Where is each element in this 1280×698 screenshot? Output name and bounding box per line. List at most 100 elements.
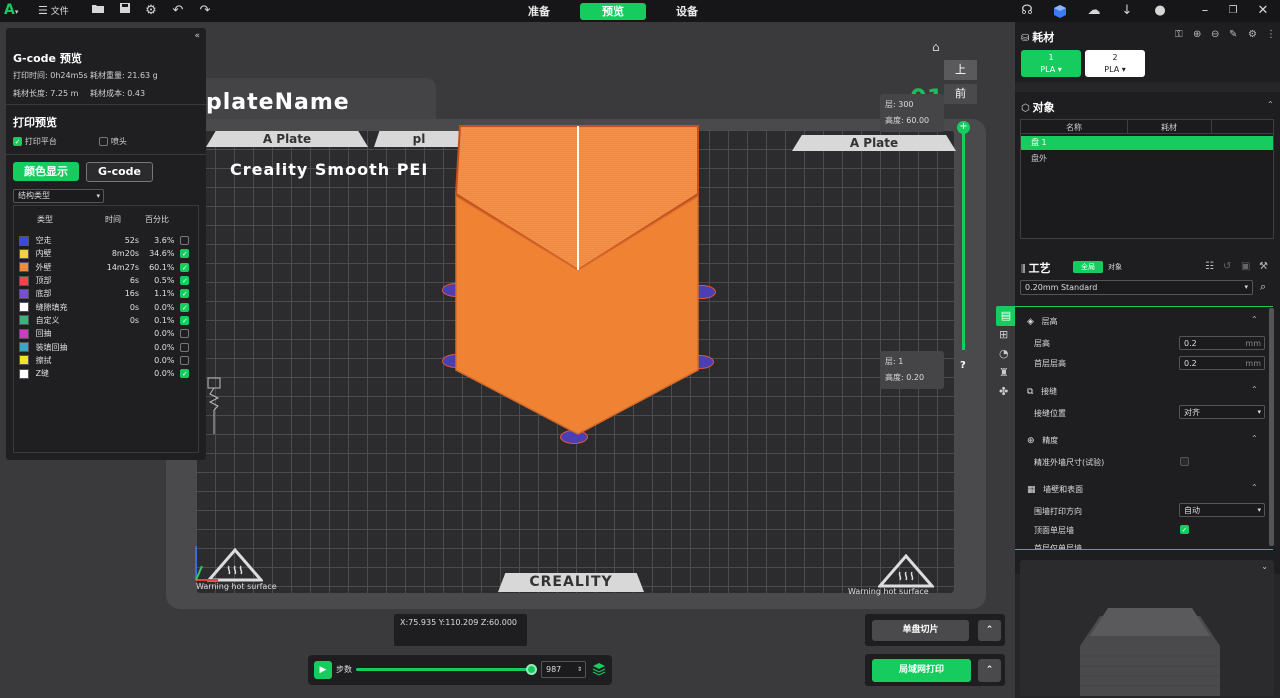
tab-preview[interactable]: 预览: [580, 3, 646, 20]
preset-select[interactable]: 0.20mm Standard ▾: [1020, 280, 1253, 295]
minimize-icon[interactable]: –: [1196, 0, 1214, 22]
step-slider-track[interactable]: [356, 668, 532, 671]
app-logo-icon[interactable]: A▾: [4, 2, 24, 20]
top-single-wall-checkbox[interactable]: ✓: [1180, 525, 1189, 534]
legend-type: 装填回抽: [35, 342, 68, 352]
first-layer-height-input[interactable]: 0.2 mm: [1179, 356, 1265, 370]
legend-visibility-checkbox[interactable]: ✓: [180, 315, 190, 325]
step-slider-handle[interactable]: [526, 664, 537, 675]
home-view-icon[interactable]: ⌂: [932, 40, 940, 54]
slice-plate-button[interactable]: 单盘切片: [872, 620, 969, 641]
help-icon[interactable]: ?: [960, 360, 966, 371]
tab-object[interactable]: 对象: [1108, 262, 1122, 272]
params-scrollbar[interactable]: [1269, 308, 1274, 546]
download-icon[interactable]: ↓: [1118, 0, 1136, 22]
save-preset-icon[interactable]: ▣: [1241, 261, 1250, 272]
cloud-upload-icon[interactable]: ☁: [1085, 0, 1103, 22]
legend-visibility-checkbox[interactable]: ✓: [180, 276, 190, 286]
plate-thumbnail[interactable]: ⌄: [1020, 560, 1274, 696]
precise-wall-checkbox[interactable]: [1180, 457, 1189, 466]
lan-print-button[interactable]: 局域网打印: [872, 659, 971, 682]
search-icon[interactable]: ⌕: [1260, 280, 1266, 294]
sliced-model[interactable]: [452, 124, 702, 442]
settings-gear-icon[interactable]: ⚙: [142, 0, 160, 22]
save-icon[interactable]: [116, 0, 134, 22]
thumbnail-collapse-icon[interactable]: ⌄: [1261, 562, 1268, 571]
section-collapse-icon[interactable]: ⌃: [1251, 315, 1258, 324]
bed-checkbox[interactable]: ✓ 打印平台: [13, 136, 57, 147]
grid-tool-icon[interactable]: ⊞: [999, 328, 1008, 341]
plate-name-label[interactable]: plateName: [206, 90, 350, 115]
legend-visibility-checkbox[interactable]: ✓: [180, 262, 190, 272]
filament-slot-1[interactable]: 1 PLA ▾: [1021, 50, 1081, 77]
print-expand-chevron-icon[interactable]: ⌃: [978, 659, 1001, 682]
step-value-input[interactable]: 987 ⇕: [541, 661, 586, 678]
legend-visibility-checkbox[interactable]: [180, 355, 190, 365]
legend-visibility-checkbox[interactable]: [180, 329, 190, 339]
chevron-down-icon: ▾: [1244, 283, 1248, 291]
objects-collapse-icon[interactable]: ⌃: [1267, 100, 1274, 109]
reset-icon[interactable]: ↺: [1223, 261, 1231, 272]
collapse-panel-icon[interactable]: «: [194, 31, 200, 41]
slice-expand-chevron-icon[interactable]: ⌃: [978, 620, 1001, 641]
layer-slider-track[interactable]: [962, 126, 965, 350]
speed-tool-icon[interactable]: ◔: [999, 347, 1009, 360]
process-tool-icon[interactable]: ▤: [996, 306, 1016, 326]
filament-more-icon[interactable]: ⋮: [1266, 29, 1276, 40]
bed-label-left: A Plate: [206, 131, 368, 147]
view-top-button[interactable]: 上: [944, 60, 977, 80]
section-layer-height[interactable]: ◈ 层高: [1027, 316, 1058, 327]
section-collapse-icon[interactable]: ⌃: [1251, 483, 1258, 492]
seam-position-select[interactable]: 对齐 ▾: [1179, 405, 1265, 419]
headset-icon[interactable]: ☊: [1018, 0, 1036, 22]
color-display-button[interactable]: 颜色显示: [13, 162, 79, 181]
section-collapse-icon[interactable]: ⌃: [1251, 434, 1258, 443]
add-filament-icon[interactable]: ⊕: [1193, 29, 1201, 40]
open-folder-icon[interactable]: [89, 0, 107, 22]
legend-visibility-checkbox[interactable]: ✓: [180, 302, 190, 312]
legend-visibility-checkbox[interactable]: ✓: [180, 369, 190, 379]
gcode-button[interactable]: G-code: [86, 162, 153, 182]
maximize-icon[interactable]: ❐: [1224, 0, 1242, 22]
compare-icon[interactable]: ☷: [1205, 261, 1214, 272]
process-settings-icon[interactable]: ⚒: [1259, 261, 1268, 272]
filament-slot-2[interactable]: 2 PLA ▾: [1085, 50, 1145, 77]
close-icon[interactable]: ✕: [1254, 0, 1272, 22]
filament-settings-icon[interactable]: ⚙: [1248, 29, 1257, 40]
tab-global[interactable]: 全局: [1073, 261, 1103, 273]
user-avatar-icon[interactable]: ●: [1151, 0, 1169, 22]
layers-stack-icon[interactable]: [592, 662, 606, 676]
legend-visibility-checkbox[interactable]: ✓: [180, 289, 190, 299]
walls-icon: ▦: [1027, 485, 1036, 495]
legend-row: 内壁 8m20s 34.6% ✓: [19, 247, 195, 260]
file-menu[interactable]: ☰ 文件: [38, 0, 69, 22]
tab-prepare[interactable]: 准备: [516, 3, 562, 20]
undo-icon[interactable]: ↶: [169, 0, 187, 22]
section-collapse-icon[interactable]: ⌃: [1251, 385, 1258, 394]
nozzle-checkbox[interactable]: 喷头: [99, 136, 127, 147]
object-row-outside[interactable]: 盘外: [1031, 153, 1047, 164]
section-precision[interactable]: ⊕ 精度: [1027, 435, 1058, 446]
object-row-plate-1[interactable]: 盘 1: [1021, 136, 1273, 150]
section-walls[interactable]: ▦ 墙壁和表面: [1027, 484, 1083, 495]
legend-visibility-checkbox[interactable]: ✓: [180, 249, 190, 259]
layer-height-input[interactable]: 0.2 mm: [1179, 336, 1265, 350]
chevron-down-icon: ▾: [1257, 408, 1261, 416]
cube-icon[interactable]: [1052, 4, 1068, 19]
legend-visibility-checkbox[interactable]: [180, 236, 190, 246]
tab-device[interactable]: 设备: [664, 3, 710, 20]
section-seam[interactable]: ⧉ 接缝: [1027, 386, 1057, 397]
layer-slider-top-handle[interactable]: +: [957, 121, 970, 134]
view-front-button[interactable]: 前: [944, 84, 977, 104]
wall-direction-select[interactable]: 自动 ▾: [1179, 503, 1265, 517]
legend-percent: 0.0%: [154, 342, 175, 352]
others-tool-icon[interactable]: ✤: [999, 385, 1008, 398]
redo-icon[interactable]: ↷: [196, 0, 214, 22]
edit-filament-icon[interactable]: ✎: [1229, 29, 1237, 40]
play-button[interactable]: ▶: [314, 661, 332, 679]
filament-sync-icon[interactable]: ⚿: [1175, 29, 1183, 40]
structure-type-select[interactable]: 结构类型 ▾: [13, 189, 104, 203]
remove-filament-icon[interactable]: ⊖: [1211, 29, 1219, 40]
support-tool-icon[interactable]: ♜: [999, 366, 1009, 379]
legend-visibility-checkbox[interactable]: [180, 342, 190, 352]
